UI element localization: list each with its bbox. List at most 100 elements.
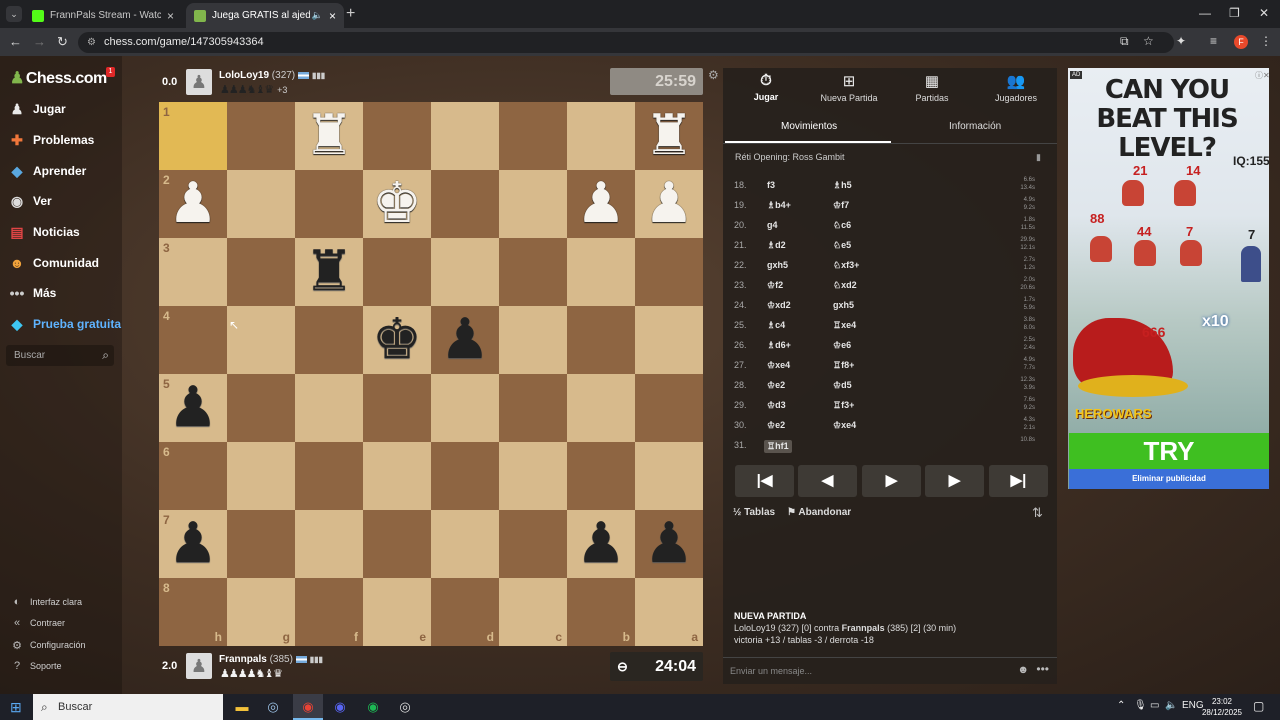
black-move[interactable]: ♖f8+ [833,360,854,371]
ad-try-button[interactable]: TRY [1069,433,1269,469]
sidebar-item-noticias[interactable]: ▤ Noticias [8,221,79,243]
restore-icon[interactable]: ❐ [1229,6,1240,20]
white-move[interactable]: ♔e2 [767,420,785,431]
board-square[interactable] [499,510,567,578]
board-square[interactable]: 6 [159,442,227,510]
discord-icon[interactable]: ◉ [331,698,349,716]
reading-list-icon[interactable]: ≡ [1210,34,1217,48]
white-move[interactable]: ♔d3 [767,400,786,411]
chat-more-icon[interactable]: ••• [1036,662,1049,676]
board-square[interactable] [567,442,635,510]
sidebar-item-ver[interactable]: ◉ Ver [8,190,52,212]
mute-tab-icon[interactable]: 🔈 [312,10,323,21]
board-square[interactable] [635,306,703,374]
first-move-button[interactable]: |◀ [735,465,794,497]
black-move[interactable]: ♖xe4 [833,320,856,331]
board-square[interactable] [567,238,635,306]
board-settings-gear-icon[interactable]: ⚙ [708,68,719,82]
black-piece[interactable]: ♟ [567,510,635,578]
network-icon[interactable]: ▭ [1150,700,1159,711]
white-move[interactable]: ♖hf1 [764,440,792,453]
board-square[interactable] [431,238,499,306]
white-piece[interactable]: ♜ [635,102,703,170]
chess-logo[interactable]: ♟ Chess.com [10,68,107,88]
file-explorer-icon[interactable]: ▬ [233,698,251,716]
black-piece[interactable]: ♟ [431,306,499,374]
board-square[interactable] [499,170,567,238]
white-move[interactable]: ♔xe4 [767,360,790,371]
tab-search-icon[interactable]: ⌄ [6,6,22,22]
obs-icon[interactable]: ◎ [396,698,414,716]
board-square[interactable] [567,102,635,170]
board-square[interactable] [295,442,363,510]
sidebar-item-problemas[interactable]: ✚ Problemas [8,129,94,151]
profile-avatar[interactable]: F [1234,35,1248,49]
black-move[interactable]: ♘xd2 [833,280,857,291]
board-square[interactable] [295,510,363,578]
board-square[interactable] [227,170,295,238]
site-info-icon[interactable]: ⚙ [87,32,96,53]
black-move[interactable]: ♔f7 [833,200,849,211]
white-move[interactable]: ♗c4 [767,320,785,331]
close-window-icon[interactable]: ✕ [1259,6,1269,20]
black-move[interactable]: gxh5 [833,300,854,310]
board-square[interactable] [295,170,363,238]
board-square[interactable]: g [227,578,295,646]
board-square[interactable] [431,102,499,170]
board-square[interactable] [431,170,499,238]
volume-icon[interactable]: 🔈 [1165,700,1177,711]
black-move[interactable]: ♘e5 [833,240,851,251]
board-square[interactable] [567,374,635,442]
sidebar-item-jugar[interactable]: ♟ Jugar [8,98,66,120]
top-player-avatar[interactable]: ♟ [186,69,212,95]
board-square[interactable] [295,374,363,442]
browser-tab-chess[interactable]: Juega GRATIS al ajedrez onli 🔈 × [186,3,344,28]
board-square[interactable]: b [567,578,635,646]
white-move[interactable]: gxh5 [767,260,788,270]
white-move[interactable]: f3 [767,180,775,190]
black-move[interactable]: ♗h5 [833,180,852,191]
black-piece[interactable]: ♟ [635,510,703,578]
board-square[interactable] [499,102,567,170]
board-square[interactable] [431,374,499,442]
subtab-movimientos[interactable]: Movimientos [781,121,837,132]
black-move[interactable]: ♘c6 [833,220,851,231]
board-square[interactable]: e [363,578,431,646]
board-square[interactable] [635,238,703,306]
chat-input[interactable]: Enviar un mensaje... ☻ ••• [723,657,1057,684]
next-move-button[interactable]: ▶ [925,465,984,497]
black-move[interactable]: ♖f3+ [833,400,854,411]
install-app-icon[interactable]: ⧉ [1120,34,1129,49]
close-tab-icon[interactable]: × [329,9,336,23]
board-square[interactable] [363,238,431,306]
chess-board[interactable]: 1 2 3 4 5 6 7 8 h g f e d c b a ♜ ♜ ♟ ♚ ♟ ♟ ♜ ♚ ♟ ♟ ♟ ♟ ♟ [159,102,703,646]
board-square[interactable] [227,306,295,374]
spotify-icon[interactable]: ◉ [364,698,382,716]
board-square[interactable] [227,510,295,578]
black-piece[interactable]: ♜ [295,238,363,306]
tab-jugar[interactable]: ⏱ Jugar [726,72,806,102]
minimize-icon[interactable]: — [1199,6,1211,20]
offer-draw-button[interactable]: ½ Tablas [733,507,775,518]
board-square[interactable]: 8h [159,578,227,646]
sidebar-search-input[interactable]: Buscar ⌕ [6,345,114,366]
light-mode-toggle[interactable]: ◐ Interfaz clara [10,594,82,610]
board-square[interactable] [499,238,567,306]
top-player-name[interactable]: LoloLoy19 (327) ▮▮▮ [219,70,325,81]
collapse-button[interactable]: « Contraer [10,615,65,631]
board-square[interactable]: 1 [159,102,227,170]
windows-start-icon[interactable]: ⊞ [10,699,22,716]
back-icon[interactable]: ← [9,34,22,49]
microphone-icon[interactable]: 🎙 [1134,700,1147,711]
black-piece[interactable]: ♚ [363,306,431,374]
tab-jugadores[interactable]: 👥 Jugadores [976,72,1056,103]
black-piece[interactable]: ♟ [159,374,227,442]
board-square[interactable]: 4 [159,306,227,374]
sidebar-item-aprender[interactable]: ◆ Aprender [8,160,87,182]
last-move-button[interactable]: ▶| [989,465,1048,497]
notification-badge[interactable]: 1 [106,67,115,77]
black-move[interactable]: ♘xf3+ [833,260,859,271]
emoji-icon[interactable]: ☻ [1017,664,1029,676]
bottom-player-avatar[interactable]: ♟ [186,653,212,679]
taskbar-search-input[interactable]: ⌕ Buscar [33,694,223,720]
